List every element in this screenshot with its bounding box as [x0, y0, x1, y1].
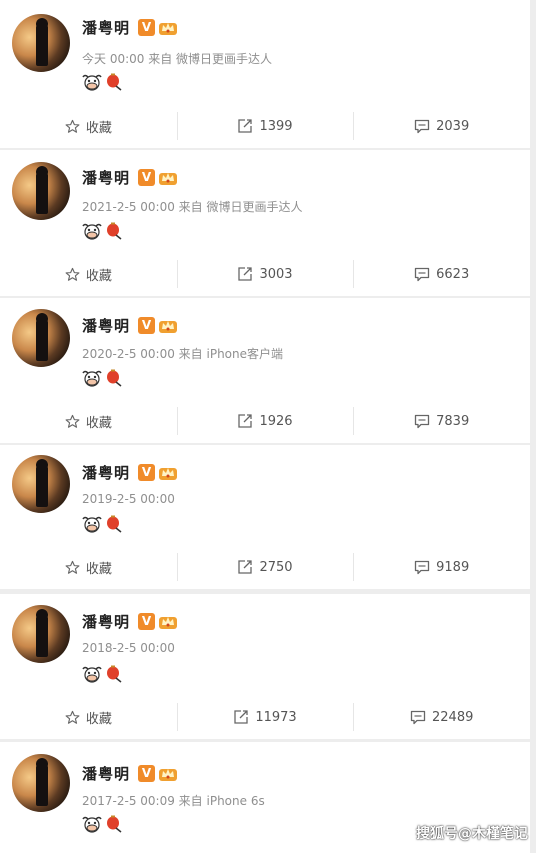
post-actions: 收藏 3003 6623	[0, 252, 530, 296]
comment-button[interactable]: 22489	[353, 695, 530, 739]
post-body: 潘粤明 V 2020-2-5 00:00 来自 iPhone客户端	[0, 298, 530, 399]
avatar[interactable]	[12, 162, 70, 220]
favorite-button[interactable]: 收藏	[0, 695, 177, 739]
comment-icon	[414, 119, 430, 133]
avatar[interactable]	[12, 754, 70, 812]
repost-count: 11973	[255, 709, 297, 725]
repost-count: 2750	[259, 559, 293, 575]
post-actions: 收藏 1926 7839	[0, 399, 530, 443]
lantern-emoji-icon	[107, 815, 122, 833]
post-actions: 收藏 11973 22489	[0, 695, 530, 739]
post-meta: 2021-2-5 00:00 来自 微博日更画手达人	[82, 200, 303, 214]
repost-button[interactable]: 1399	[176, 104, 354, 148]
user-name[interactable]: 潘粤明	[82, 17, 130, 38]
favorite-button[interactable]: 收藏	[0, 252, 177, 296]
repost-icon	[238, 267, 253, 281]
repost-icon	[238, 560, 253, 574]
avatar[interactable]	[12, 605, 70, 663]
lantern-emoji-icon	[107, 515, 122, 533]
avatar[interactable]	[12, 455, 70, 513]
crown-badge-icon	[158, 19, 178, 36]
comment-icon	[414, 414, 430, 428]
verified-badge: V	[138, 463, 156, 481]
verified-badge: V	[138, 18, 156, 36]
verified-badge: V	[138, 168, 156, 186]
watermark: 搜狐号@木槿笔记	[416, 826, 528, 842]
avatar[interactable]	[12, 14, 70, 72]
post-meta: 2020-2-5 00:00 来自 iPhone客户端	[82, 347, 284, 361]
post-actions: 收藏 2750 9189	[0, 545, 530, 589]
user-name[interactable]: 潘粤明	[82, 611, 130, 632]
ox-face-emoji-icon	[82, 370, 102, 387]
repost-icon	[234, 710, 248, 724]
repost-icon	[238, 119, 253, 133]
repost-count: 3003	[259, 266, 293, 282]
user-name[interactable]: 潘粤明	[82, 462, 130, 483]
lantern-emoji-icon	[107, 73, 122, 91]
comment-button[interactable]: 6623	[353, 252, 530, 296]
favorite-button[interactable]: 收藏	[0, 104, 177, 148]
post-body: 潘粤明 V 2021-2-5 00:00 来自 微博日更画手达人	[0, 150, 530, 252]
ox-face-emoji-icon	[82, 74, 102, 91]
repost-button[interactable]: 1926	[176, 399, 354, 443]
crown-badge-icon	[158, 317, 178, 334]
comment-button[interactable]: 7839	[353, 399, 530, 443]
star-icon	[65, 414, 80, 428]
user-name[interactable]: 潘粤明	[82, 315, 130, 336]
post-meta: 2017-2-5 00:09 来自 iPhone 6s	[82, 794, 265, 808]
favorite-button[interactable]: 收藏	[0, 399, 177, 443]
lantern-emoji-icon	[107, 222, 122, 240]
favorite-button[interactable]: 收藏	[0, 545, 177, 589]
crown-badge-icon	[158, 464, 178, 481]
repost-button[interactable]: 3003	[176, 252, 354, 296]
star-icon	[65, 267, 80, 281]
weibo-feed: 潘粤明 V 今天 00:00 来自 微博日更画手达人 收藏 1399 2039	[0, 0, 536, 853]
post-meta: 2019-2-5 00:00	[82, 492, 175, 506]
user-name[interactable]: 潘粤明	[82, 167, 130, 188]
favorite-label: 收藏	[85, 561, 112, 577]
verified-badge: V	[138, 316, 156, 334]
favorite-label: 收藏	[85, 711, 112, 727]
crown-badge-icon	[158, 613, 178, 630]
star-icon	[65, 560, 80, 574]
repost-count: 1926	[259, 413, 293, 429]
repost-count: 1399	[259, 118, 293, 134]
ox-face-emoji-icon	[82, 666, 102, 683]
post-meta: 2018-2-5 00:00	[82, 641, 175, 655]
repost-button[interactable]: 11973	[176, 695, 354, 739]
star-icon	[65, 119, 80, 133]
comment-count: 9189	[436, 559, 470, 575]
avatar[interactable]	[12, 309, 70, 367]
verified-badge: V	[138, 764, 156, 782]
crown-badge-icon	[158, 169, 178, 186]
comment-count: 22489	[432, 709, 474, 725]
post-body: 潘粤明 V 2018-2-5 00:00	[0, 594, 530, 695]
ox-face-emoji-icon	[82, 223, 102, 240]
favorite-label: 收藏	[85, 120, 112, 136]
comment-count: 7839	[436, 413, 470, 429]
comment-button[interactable]: 2039	[353, 104, 530, 148]
post-body: 潘粤明 V 今天 00:00 来自 微博日更画手达人	[0, 0, 530, 104]
favorite-label: 收藏	[85, 268, 112, 284]
star-icon	[65, 710, 80, 724]
comment-count: 2039	[436, 118, 470, 134]
comment-icon	[410, 710, 426, 724]
repost-button[interactable]: 2750	[176, 545, 354, 589]
user-name[interactable]: 潘粤明	[82, 763, 130, 784]
repost-icon	[238, 414, 253, 428]
ox-face-emoji-icon	[82, 516, 102, 533]
comment-count: 6623	[436, 266, 470, 282]
crown-badge-icon	[158, 765, 178, 782]
post-body: 潘粤明 V 2019-2-5 00:00	[0, 445, 530, 545]
lantern-emoji-icon	[107, 369, 122, 387]
post-meta: 今天 00:00 来自 微博日更画手达人	[82, 52, 273, 66]
favorite-label: 收藏	[85, 415, 112, 431]
lantern-emoji-icon	[107, 665, 122, 683]
verified-badge: V	[138, 612, 156, 630]
post-actions: 收藏 1399 2039	[0, 104, 530, 148]
comment-icon	[414, 560, 430, 574]
comment-button[interactable]: 9189	[353, 545, 530, 589]
ox-face-emoji-icon	[82, 816, 102, 833]
comment-icon	[414, 267, 430, 281]
